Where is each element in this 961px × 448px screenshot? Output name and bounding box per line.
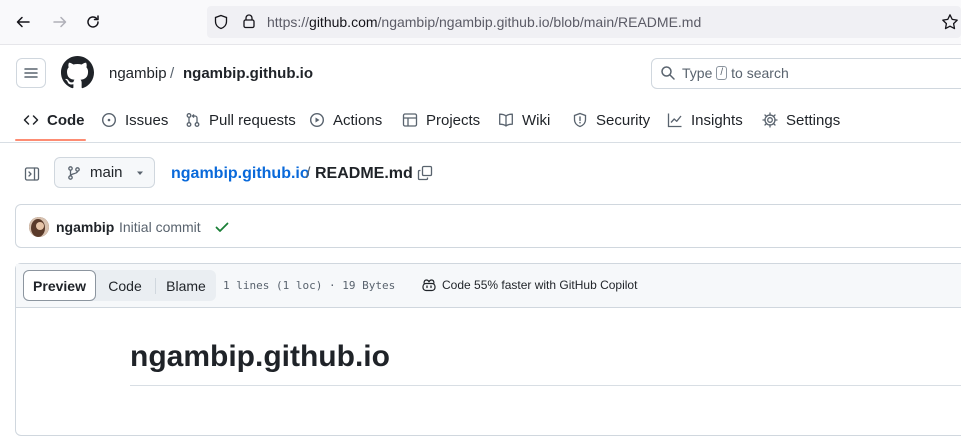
hamburger-icon bbox=[24, 68, 38, 78]
back-button[interactable] bbox=[11, 10, 35, 34]
lock-icon[interactable] bbox=[241, 13, 257, 29]
bookmark-star-icon[interactable] bbox=[941, 13, 959, 31]
play-icon bbox=[309, 112, 325, 128]
book-icon bbox=[499, 113, 513, 127]
copy-path-button[interactable] bbox=[414, 162, 436, 184]
readme-heading: ngambip.github.io bbox=[130, 340, 390, 373]
tab-issues[interactable]: Issues bbox=[101, 110, 168, 130]
copilot-icon bbox=[422, 279, 436, 292]
tracking-shield-icon[interactable] bbox=[213, 14, 229, 30]
expand-file-tree-button[interactable] bbox=[18, 160, 46, 188]
tab-actions[interactable]: Actions bbox=[309, 110, 382, 130]
commit-author-link[interactable]: ngambip bbox=[56, 219, 114, 235]
table-icon bbox=[402, 113, 418, 127]
branch-select-button[interactable]: main bbox=[54, 157, 155, 188]
slash-key: / bbox=[716, 66, 728, 80]
repo-link[interactable]: ngambip.github.io bbox=[183, 65, 313, 82]
path-separator: / bbox=[170, 65, 175, 82]
tab-security[interactable]: Security bbox=[572, 110, 650, 130]
commit-message-link[interactable]: Initial commit bbox=[119, 219, 201, 235]
arrow-left-icon bbox=[16, 16, 30, 28]
copy-icon bbox=[417, 165, 433, 181]
breadcrumb-separator: / bbox=[306, 165, 311, 182]
blame-button[interactable]: Blame bbox=[156, 271, 216, 300]
reload-icon bbox=[87, 15, 99, 28]
github-logo-icon[interactable] bbox=[61, 56, 94, 89]
git-branch-icon bbox=[68, 165, 80, 180]
search-icon bbox=[660, 65, 676, 81]
tab-wiki[interactable]: Wiki bbox=[498, 110, 550, 130]
hamburger-menu-button[interactable] bbox=[16, 58, 46, 88]
issue-icon bbox=[101, 112, 117, 128]
arrow-right-icon bbox=[53, 16, 67, 28]
heading-rule bbox=[130, 385, 961, 386]
tab-pull-requests[interactable]: Pull requests bbox=[185, 110, 296, 130]
url-text[interactable]: https://github.com/ngambip/ngambip.githu… bbox=[267, 14, 701, 30]
caret-down-icon bbox=[136, 171, 143, 175]
check-icon[interactable] bbox=[214, 219, 230, 235]
file-meta: 1 lines (1 loc) · 19 Bytes bbox=[223, 279, 396, 292]
tab-settings[interactable]: Settings bbox=[762, 110, 840, 130]
tab-code[interactable]: Code bbox=[23, 110, 85, 130]
graph-icon bbox=[667, 113, 682, 128]
copilot-promo-link[interactable]: Code 55% faster with GitHub Copilot bbox=[421, 277, 637, 293]
owner-link[interactable]: ngambip bbox=[109, 65, 167, 82]
active-tab-indicator bbox=[15, 139, 86, 141]
preview-button[interactable]: Preview bbox=[23, 271, 96, 300]
forward-button[interactable] bbox=[48, 10, 72, 34]
breadcrumb-repo-link[interactable]: ngambip.github.io bbox=[171, 165, 310, 183]
code-view-button[interactable]: Code bbox=[96, 271, 154, 300]
url-domain: github.com bbox=[309, 14, 378, 30]
shield-icon bbox=[573, 112, 587, 128]
tab-insights[interactable]: Insights bbox=[667, 110, 743, 130]
sidebar-expand-icon bbox=[24, 167, 40, 181]
pull-request-icon bbox=[186, 113, 200, 127]
search-placeholder: Type / to search bbox=[682, 65, 789, 81]
avatar[interactable] bbox=[29, 217, 49, 237]
branch-name: main bbox=[90, 164, 123, 181]
code-icon bbox=[23, 115, 39, 125]
gear-icon bbox=[762, 112, 778, 128]
breadcrumb-file-name: README.md bbox=[315, 165, 413, 182]
tab-projects[interactable]: Projects bbox=[402, 110, 480, 130]
reload-button[interactable] bbox=[81, 10, 105, 34]
